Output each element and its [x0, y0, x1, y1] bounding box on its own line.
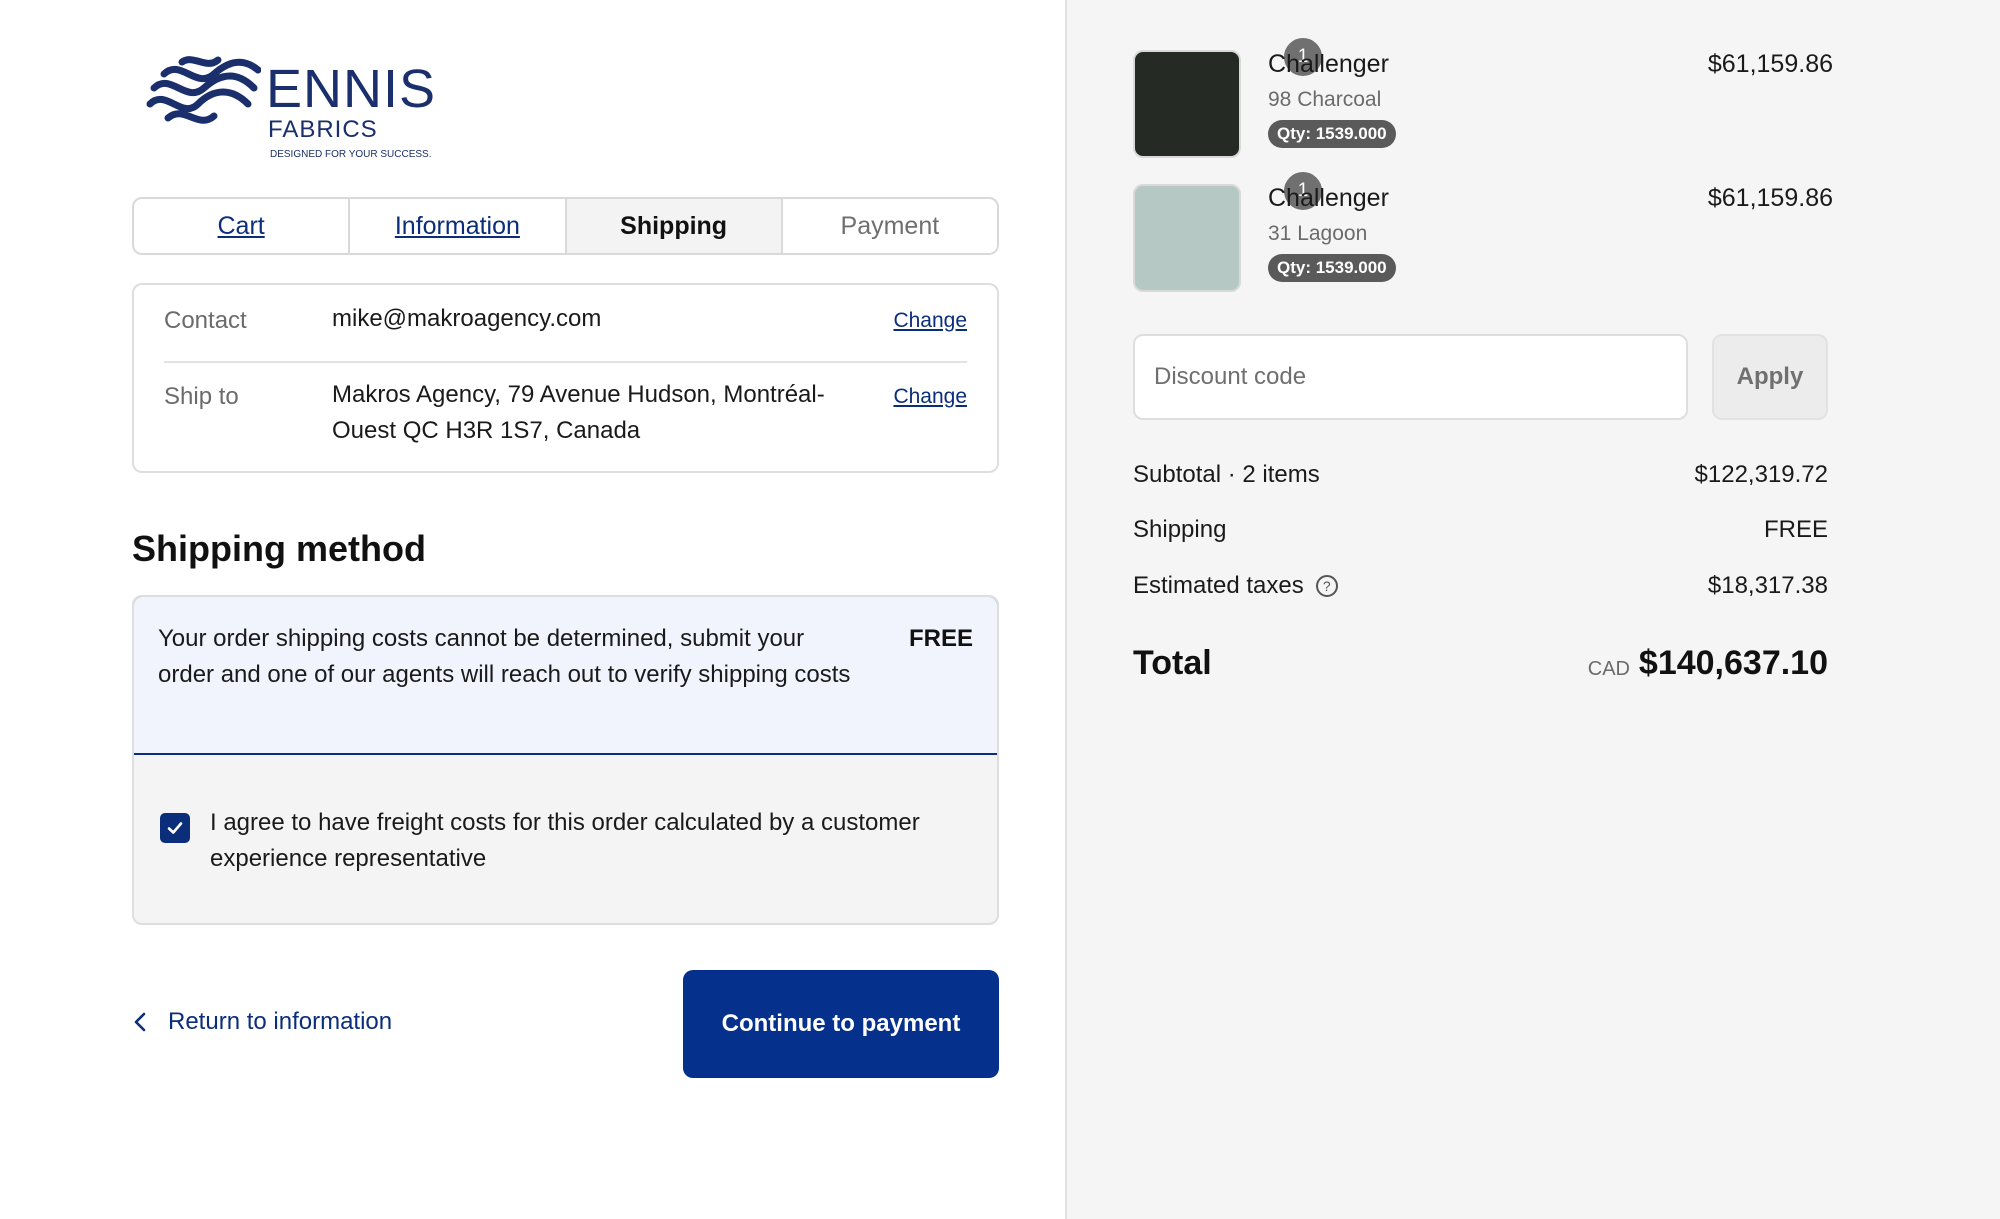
- shipping-option-price: FREE: [908, 625, 973, 652]
- continue-to-payment-button[interactable]: Continue to payment: [683, 970, 999, 1078]
- breadcrumb: Cart Information Shipping Payment: [132, 197, 999, 255]
- subtotal-label: Subtotal · 2 items: [1133, 461, 1320, 488]
- product-name: Challenger: [1268, 184, 1389, 212]
- shipping-option-text: Your order shipping costs cannot be dete…: [158, 625, 851, 688]
- total-row: Total CAD $140,637.10: [1133, 644, 1828, 688]
- total-value: $140,637.10: [1638, 644, 1828, 682]
- shipping-label: Shipping: [1133, 516, 1227, 543]
- change-ship-to-link[interactable]: Change: [893, 385, 967, 409]
- product-price: $61,159.86: [1707, 184, 1833, 212]
- subtotal-row: Subtotal · 2 items $122,319.72: [1133, 461, 1828, 489]
- brand-tagline: DESIGNED FOR YOUR SUCCESS.: [270, 149, 432, 160]
- shipping-row: Shipping FREE: [1133, 516, 1828, 544]
- product-price: $61,159.86: [1707, 50, 1833, 78]
- shipping-value: FREE: [1763, 516, 1828, 543]
- product-thumbnail: [1133, 184, 1241, 292]
- product-quantity-pill: Qty: 1539.000: [1268, 120, 1396, 148]
- freight-agreement-label: I agree to have freight costs for this o…: [210, 809, 920, 872]
- shipping-method-box: Your order shipping costs cannot be dete…: [132, 595, 999, 925]
- return-label: Return to information: [168, 1008, 393, 1035]
- total-label: Total: [1133, 644, 1212, 682]
- ship-to-label: Ship to: [164, 383, 239, 410]
- product-name: Challenger: [1268, 50, 1389, 78]
- product-quantity-pill: Qty: 1539.000: [1268, 254, 1396, 282]
- order-summary: 1 Challenger 98 Charcoal Qty: 1539.000 $…: [1065, 0, 2000, 1219]
- total-currency: CAD: [1587, 658, 1630, 680]
- contact-label: Contact: [164, 307, 247, 334]
- breadcrumb-cart[interactable]: Cart: [134, 199, 351, 253]
- taxes-label: Estimated taxes: [1133, 572, 1304, 599]
- shipping-method-title: Shipping method: [132, 528, 426, 569]
- brand-logo[interactable]: ENNIS FABRICS DESIGNED FOR YOUR SUCCESS.: [146, 52, 436, 164]
- checkout-main: ENNIS FABRICS DESIGNED FOR YOUR SUCCESS.…: [0, 0, 1065, 1219]
- help-circle-icon[interactable]: ?: [1315, 575, 1338, 597]
- contact-value: mike@makroagency.com: [332, 305, 602, 332]
- breadcrumb-information[interactable]: Information: [350, 199, 567, 253]
- checkmark-icon: [167, 822, 183, 834]
- chevron-left-icon: [134, 1012, 146, 1032]
- product-thumbnail: [1133, 50, 1241, 158]
- taxes-value: $18,317.38: [1707, 572, 1828, 599]
- brand-sub: FABRICS: [268, 116, 378, 143]
- product-variant: 31 Lagoon: [1268, 222, 1368, 245]
- shipping-option[interactable]: Your order shipping costs cannot be dete…: [134, 597, 997, 755]
- apply-discount-button[interactable]: Apply: [1712, 334, 1828, 420]
- breadcrumb-payment: Payment: [840, 211, 940, 240]
- review-divider: [164, 361, 967, 363]
- return-to-information-link[interactable]: Return to information: [132, 1008, 392, 1036]
- review-box: Contact mike@makroagency.com Change Ship…: [132, 283, 999, 473]
- change-contact-link[interactable]: Change: [893, 309, 967, 333]
- discount-code-input[interactable]: [1133, 334, 1688, 420]
- ennis-logo-icon: [146, 56, 261, 124]
- line-item: 1 Challenger 98 Charcoal Qty: 1539.000 $…: [1133, 36, 1833, 160]
- freight-agreement-checkbox[interactable]: [160, 813, 190, 843]
- taxes-row: Estimated taxes? $18,317.38: [1133, 572, 1828, 600]
- line-item: 1 Challenger 31 Lagoon Qty: 1539.000 $61…: [1133, 170, 1833, 294]
- ship-to-value: Makros Agency, 79 Avenue Hudson, Montréa…: [332, 381, 825, 444]
- breadcrumb-shipping: Shipping: [566, 199, 783, 253]
- product-variant: 98 Charcoal: [1268, 88, 1382, 111]
- subtotal-value: $122,319.72: [1694, 461, 1828, 488]
- brand-name: ENNIS: [266, 59, 437, 119]
